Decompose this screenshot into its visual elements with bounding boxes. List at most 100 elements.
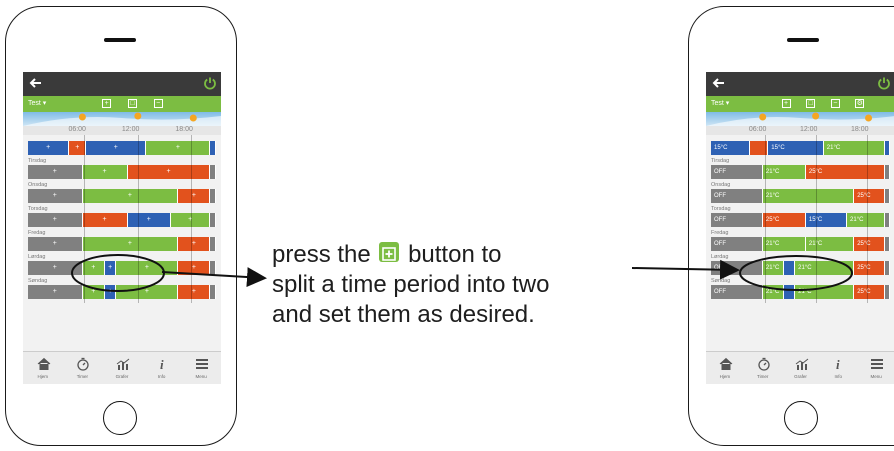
left-phone: Test ▾ + □ −06:00 12:00 18:00 + + + + Tirsdag + + + On… [5,6,237,446]
tab-info[interactable]: i Info [820,352,856,384]
time-segment[interactable]: + [28,213,83,227]
time-segment[interactable]: + [28,237,83,251]
time-segment[interactable]: + [105,261,117,275]
time-segment[interactable]: OFF [711,213,763,227]
time-segment[interactable] [884,141,890,155]
time-segment[interactable]: 25°C [805,165,885,179]
time-segment[interactable]: + [178,285,211,299]
time-segment[interactable]: 15°C [805,213,848,227]
time-segment[interactable]: 25°C [854,189,885,203]
time-segment[interactable] [210,237,216,251]
time-segment[interactable] [210,213,216,227]
instruction-line1-post: button to [408,241,502,268]
time-segment[interactable]: + [178,261,211,275]
time-segment[interactable]: 21°C [762,165,806,179]
time-segment[interactable] [784,285,796,299]
time-segment[interactable]: + [178,237,211,251]
program-bar: Test ▾ + □ − ⚙ [706,96,894,112]
time-segment[interactable]: + [127,165,211,179]
copy-box-icon[interactable]: □ [127,99,137,108]
time-segment[interactable]: + [127,213,171,227]
time-segment[interactable]: + [146,141,211,155]
back-arrow-icon[interactable] [712,76,726,90]
schedule-row: OFF 25°C 15°C 21°C [711,213,890,227]
home-icon [37,357,51,371]
tab-menu[interactable]: Menu [858,352,894,384]
tab-info[interactable]: i Info [144,352,180,384]
time-segment[interactable]: + [82,165,128,179]
tab-hjem[interactable]: Hjem [25,352,61,384]
tab-menu[interactable]: Menu [183,352,219,384]
time-segment[interactable]: 15°C [711,141,751,155]
time-segment[interactable]: OFF [711,285,763,299]
plus-box-icon[interactable]: + [781,99,791,108]
app-screen-left: Test ▾ + □ −06:00 12:00 18:00 + + + + Tirsdag + + + On… [23,72,221,384]
copy-box-icon[interactable]: □ [806,99,816,108]
program-name-dropdown[interactable]: Test ▾ [711,99,729,107]
tab-grafer[interactable]: Grafer [783,352,819,384]
tab-timer[interactable]: Timer [64,352,100,384]
time-segment[interactable]: + [82,189,179,203]
time-segment[interactable]: + [28,141,70,155]
time-segment[interactable]: 25°C [854,285,885,299]
time-segment[interactable]: + [82,285,106,299]
time-segment[interactable]: 21°C [795,285,855,299]
speaker [787,38,819,42]
home-button[interactable] [784,401,818,435]
time-segment[interactable]: OFF [711,165,763,179]
time-segment[interactable] [210,189,216,203]
power-icon[interactable] [203,76,217,90]
time-segment[interactable] [210,141,216,155]
minus-box-icon[interactable]: − [153,99,163,108]
time-segment[interactable] [884,261,890,275]
bottom-tab-bar: Hjem Timer Grafer i Info Menu [23,351,221,384]
time-segment[interactable]: 21°C [762,261,785,275]
time-segment[interactable] [884,213,890,227]
time-segment[interactable] [210,165,216,179]
time-segment[interactable]: + [116,261,179,275]
time-segment[interactable] [884,285,890,299]
time-segment[interactable]: OFF [711,261,763,275]
time-segment[interactable]: 25°C [854,237,885,251]
time-segment[interactable]: + [28,261,83,275]
back-arrow-icon[interactable] [29,76,43,90]
time-segment[interactable]: 21°C [762,237,806,251]
info-icon: i [156,357,170,372]
tab-timer[interactable]: Timer [745,352,781,384]
time-segment[interactable]: + [116,285,179,299]
time-segment[interactable] [884,237,890,251]
time-segment[interactable] [210,261,216,275]
time-segment[interactable]: 21°C [762,189,855,203]
time-segment[interactable]: 25°C [762,213,806,227]
time-segment[interactable]: + [82,213,128,227]
time-segment[interactable] [884,189,890,203]
plus-box-icon[interactable]: + [102,99,112,108]
time-segment[interactable]: + [28,165,83,179]
minus-box-icon[interactable]: − [830,99,840,108]
plus-box-icon [379,242,400,262]
tab-hjem[interactable]: Hjem [707,352,743,384]
time-segment[interactable] [210,285,216,299]
time-segment[interactable]: OFF [711,189,763,203]
tab-grafer[interactable]: Grafer [104,352,140,384]
time-segment[interactable]: + [28,189,83,203]
time-segment[interactable]: 21°C [762,285,785,299]
time-segment[interactable]: OFF [711,237,763,251]
time-segment[interactable]: 25°C [854,261,885,275]
home-button[interactable] [103,401,137,435]
time-segment[interactable]: 21°C [805,237,855,251]
time-segment[interactable]: + [178,189,211,203]
time-segment[interactable] [884,165,890,179]
time-tick-label: 12:00 [121,126,140,133]
time-segment[interactable]: + [28,285,83,299]
time-segment[interactable]: + [82,237,179,251]
time-segment[interactable]: + [82,261,106,275]
time-segment[interactable]: + [105,285,117,299]
power-icon[interactable] [877,76,891,90]
time-segment[interactable]: 21°C [795,261,855,275]
time-segment[interactable] [750,141,769,155]
time-segment[interactable]: 21°C [823,141,885,155]
time-segment[interactable] [784,261,796,275]
settings-box-icon[interactable]: ⚙ [855,99,865,108]
program-name-dropdown[interactable]: Test ▾ [28,99,46,107]
